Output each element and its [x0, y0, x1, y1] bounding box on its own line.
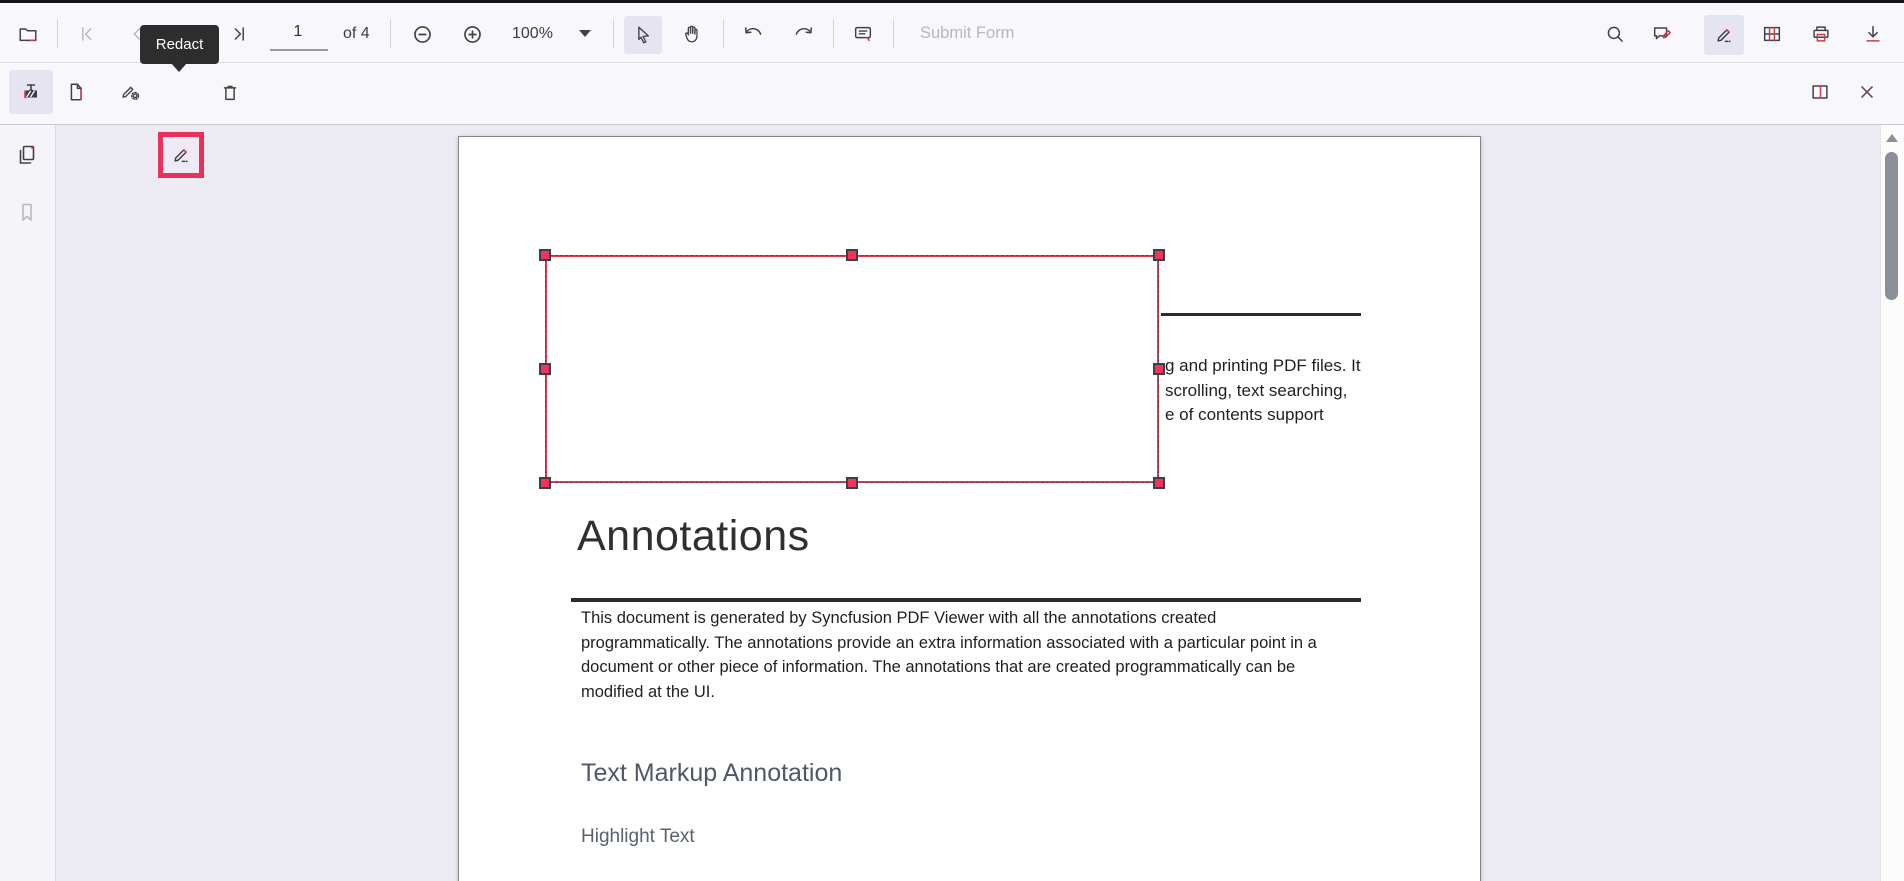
- toolbar-divider: [723, 19, 724, 48]
- zoom-in-icon: [461, 23, 484, 46]
- toolbar-divider: [390, 19, 391, 48]
- tooltip-label: Redact: [156, 36, 204, 53]
- paragraph-line: This document is generated by Syncfusion…: [581, 606, 1317, 631]
- delete-redaction-button[interactable]: [212, 74, 248, 110]
- clipped-text-line: scrolling, text searching,: [1165, 381, 1347, 401]
- chevron-down-icon[interactable]: [579, 30, 591, 37]
- zoom-in-button[interactable]: [454, 16, 490, 52]
- first-page-button[interactable]: [68, 16, 104, 52]
- toolbar-divider: [613, 19, 614, 48]
- close-icon: [1856, 81, 1878, 103]
- clipped-text-line: e of contents support: [1165, 405, 1324, 425]
- highlight-text-label: Highlight Text: [581, 826, 695, 848]
- annotation-button[interactable]: [1644, 16, 1680, 52]
- document-paragraph: This document is generated by Syncfusion…: [581, 606, 1317, 704]
- bookmarks-button[interactable]: [9, 194, 45, 230]
- resize-handle-top-left[interactable]: [539, 249, 551, 261]
- zoom-level-value[interactable]: 100%: [512, 25, 553, 43]
- comment-icon: [852, 23, 874, 45]
- scroll-up-arrow-icon[interactable]: [1886, 134, 1898, 142]
- resize-handle-middle-right[interactable]: [1153, 363, 1165, 375]
- mark-for-redaction-button[interactable]: [9, 70, 53, 114]
- print-button[interactable]: [1803, 16, 1839, 52]
- form-designer-button[interactable]: [1754, 16, 1790, 52]
- zoom-out-button[interactable]: [404, 16, 440, 52]
- document-icon: [65, 81, 87, 103]
- page-number-input[interactable]: [268, 17, 328, 47]
- pan-tool-button[interactable]: [674, 16, 710, 52]
- mark-redaction-icon: [19, 80, 43, 104]
- paragraph-line: modified at the UI.: [581, 680, 1317, 705]
- cursor-arrow-icon: [632, 24, 654, 46]
- print-icon: [1810, 23, 1832, 45]
- redaction-pen-icon: [1713, 24, 1735, 46]
- redact-button[interactable]: [158, 132, 204, 178]
- pencil-gear-icon: [119, 81, 141, 103]
- redact-pages-button[interactable]: [58, 74, 94, 110]
- split-panel-icon: [1809, 81, 1831, 103]
- tooltip-arrow: [171, 63, 187, 72]
- redaction-settings-button[interactable]: [112, 74, 148, 110]
- thumbnails-button[interactable]: [9, 137, 45, 173]
- annotation-edit-icon: [1651, 23, 1673, 45]
- page-count-label: of 4: [343, 25, 370, 43]
- panel-toggle-button[interactable]: [1802, 74, 1838, 110]
- folder-icon: [17, 23, 39, 45]
- redaction-toolbar: [0, 63, 1904, 125]
- last-page-button[interactable]: [222, 16, 258, 52]
- download-icon: [1862, 23, 1884, 45]
- main-toolbar: of 4 100%: [0, 3, 1904, 63]
- resize-handle-top-center[interactable]: [846, 249, 858, 261]
- last-page-icon: [229, 23, 251, 45]
- search-button[interactable]: [1597, 16, 1633, 52]
- page-input-underline: [270, 49, 328, 51]
- comment-button[interactable]: [845, 16, 881, 52]
- toolbar-divider: [57, 19, 58, 48]
- paragraph-line: programmatically. The annotations provid…: [581, 631, 1317, 656]
- search-icon: [1604, 23, 1626, 45]
- bookmark-icon: [15, 200, 39, 224]
- page-thumbnails-icon: [15, 143, 39, 167]
- form-fields-grid-icon: [1761, 23, 1783, 45]
- toolbar-divider: [833, 19, 834, 48]
- scrollbar-thumb[interactable]: [1885, 152, 1898, 300]
- resize-handle-bottom-left[interactable]: [539, 477, 551, 489]
- clipped-text-line: g and printing PDF files. It: [1165, 356, 1361, 376]
- navigation-sidebar: [0, 125, 56, 881]
- section-heading: Text Markup Annotation: [581, 759, 842, 788]
- undo-button[interactable]: [734, 16, 770, 52]
- redact-tooltip: Redact: [140, 25, 219, 64]
- open-file-button[interactable]: [10, 16, 46, 52]
- pdf-viewer-app: of 4 100%: [0, 0, 1904, 881]
- redact-pen-icon: [170, 144, 192, 166]
- submit-form-button[interactable]: Submit Form: [920, 24, 1014, 43]
- zoom-out-icon: [411, 23, 434, 46]
- pdf-page: g and printing PDF files. It scrolling, …: [458, 136, 1481, 881]
- resize-handle-bottom-center[interactable]: [846, 477, 858, 489]
- paragraph-line: document or other piece of information. …: [581, 655, 1317, 680]
- toolbar-divider: [893, 19, 894, 48]
- redo-button[interactable]: [787, 16, 823, 52]
- resize-handle-top-right[interactable]: [1153, 249, 1165, 261]
- close-toolbar-button[interactable]: [1849, 74, 1885, 110]
- redaction-rectangle[interactable]: [545, 255, 1159, 483]
- document-heading: Annotations: [577, 512, 810, 561]
- clipped-heading-rule: [1161, 313, 1361, 316]
- selection-tool-button[interactable]: [624, 16, 662, 54]
- resize-handle-middle-left[interactable]: [539, 363, 551, 375]
- download-button[interactable]: [1855, 16, 1891, 52]
- trash-icon: [219, 81, 241, 103]
- undo-icon: [741, 23, 763, 45]
- heading-rule: [571, 598, 1361, 602]
- redo-icon: [794, 23, 816, 45]
- redaction-button[interactable]: [1704, 15, 1744, 55]
- hand-icon: [681, 23, 703, 45]
- first-page-icon: [75, 23, 97, 45]
- resize-handle-bottom-right[interactable]: [1153, 477, 1165, 489]
